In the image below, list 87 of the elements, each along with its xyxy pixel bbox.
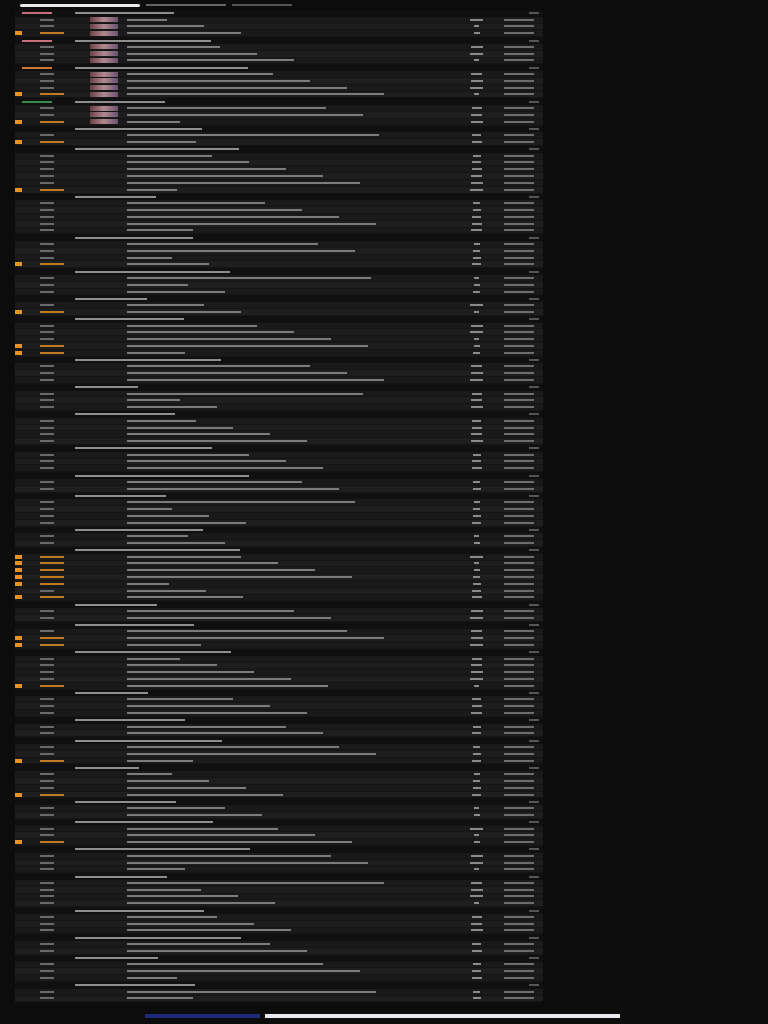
table-row[interactable] — [15, 349, 543, 357]
table-row[interactable] — [15, 975, 543, 982]
table-row[interactable] — [15, 105, 543, 112]
table-row[interactable] — [15, 275, 543, 282]
table-row[interactable] — [15, 676, 543, 683]
table-row[interactable] — [15, 213, 543, 221]
table-row[interactable] — [15, 914, 543, 921]
table-row[interactable] — [15, 669, 543, 677]
table-row[interactable] — [15, 696, 543, 704]
table-row[interactable] — [15, 329, 543, 337]
table-row[interactable] — [15, 587, 543, 595]
table-row[interactable] — [15, 730, 543, 738]
table-row[interactable] — [15, 343, 543, 350]
table-row[interactable] — [15, 832, 543, 840]
table-row[interactable] — [15, 655, 543, 663]
table-row[interactable] — [15, 750, 543, 758]
table-row[interactable] — [15, 118, 543, 126]
table-row[interactable] — [15, 241, 543, 248]
group-title-bar — [75, 386, 138, 389]
table-row[interactable] — [15, 682, 543, 690]
table-row[interactable] — [15, 567, 543, 575]
table-row[interactable] — [15, 200, 543, 208]
table-row[interactable] — [15, 377, 543, 384]
table-row[interactable] — [15, 417, 543, 425]
group-title-bar — [75, 297, 147, 300]
table-row[interactable] — [15, 261, 543, 269]
table-row[interactable] — [15, 988, 543, 996]
table-row[interactable] — [15, 431, 543, 439]
table-row[interactable] — [15, 771, 543, 779]
table-row[interactable] — [15, 50, 543, 58]
table-row[interactable] — [15, 947, 543, 955]
table-row[interactable] — [15, 451, 543, 459]
table-row[interactable] — [15, 995, 543, 1003]
table-row[interactable] — [15, 540, 543, 547]
table-row[interactable] — [15, 485, 543, 493]
table-row[interactable] — [15, 784, 543, 792]
table-row[interactable] — [15, 512, 543, 520]
table-row[interactable] — [15, 778, 543, 785]
table-row[interactable] — [15, 336, 543, 344]
table-row[interactable] — [15, 574, 543, 581]
table-row[interactable] — [15, 642, 543, 649]
table-row[interactable] — [15, 553, 543, 561]
table-row[interactable] — [15, 309, 543, 316]
table-row[interactable] — [15, 207, 543, 214]
table-row[interactable] — [15, 886, 543, 894]
table-row[interactable] — [15, 465, 543, 473]
table-row[interactable] — [15, 30, 543, 38]
table-row[interactable] — [15, 880, 543, 887]
table-row[interactable] — [15, 44, 543, 51]
table-row[interactable] — [15, 77, 543, 85]
table-row[interactable] — [15, 281, 543, 289]
table-row[interactable] — [15, 247, 543, 255]
table-row[interactable] — [15, 900, 543, 908]
table-row[interactable] — [15, 852, 543, 860]
table-row[interactable] — [15, 608, 543, 615]
search-field[interactable] — [20, 3, 140, 7]
table-row[interactable] — [15, 506, 543, 513]
table-row[interactable] — [15, 71, 543, 78]
table-row[interactable] — [15, 941, 543, 948]
table-row[interactable] — [15, 84, 543, 92]
table-row[interactable] — [15, 920, 543, 928]
table-row[interactable] — [15, 812, 543, 819]
table-row[interactable] — [15, 363, 543, 371]
table-row[interactable] — [15, 302, 543, 310]
table-row[interactable] — [15, 16, 543, 24]
group-title-bar — [75, 766, 139, 769]
table-row[interactable] — [15, 866, 543, 874]
table-row[interactable] — [15, 404, 543, 411]
table-row[interactable] — [15, 580, 543, 588]
table-row[interactable] — [15, 805, 543, 813]
table-row[interactable] — [15, 139, 543, 146]
table-row[interactable] — [15, 220, 543, 228]
table-row[interactable] — [15, 744, 543, 751]
table-row[interactable] — [15, 614, 543, 622]
table-row[interactable] — [15, 186, 543, 194]
table-row[interactable] — [15, 179, 543, 187]
table-row[interactable] — [15, 438, 543, 445]
table-row[interactable] — [15, 703, 543, 711]
table-row[interactable] — [15, 166, 543, 174]
table-row[interactable] — [15, 173, 543, 180]
table-row[interactable] — [15, 533, 543, 541]
table-row[interactable] — [15, 111, 543, 119]
table-row[interactable] — [15, 710, 543, 717]
table-row[interactable] — [15, 152, 543, 160]
table-row[interactable] — [15, 479, 543, 486]
table-row[interactable] — [15, 519, 543, 527]
table-row[interactable] — [15, 397, 543, 405]
